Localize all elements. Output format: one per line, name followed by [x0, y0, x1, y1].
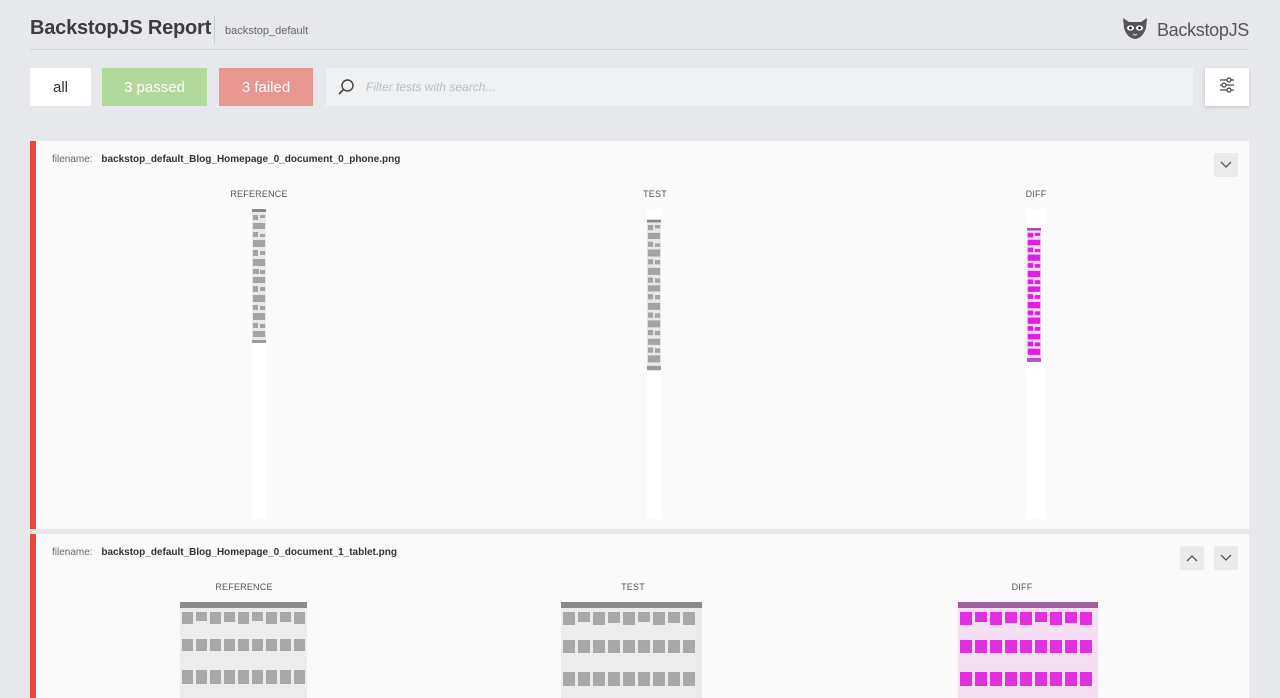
search-box [326, 68, 1193, 106]
brand-name: BackstopJS [1156, 19, 1249, 40]
filename-label: filename: [52, 547, 93, 558]
diff-label: DIFF [1025, 189, 1047, 199]
phone-test-thumbnail [647, 219, 661, 371]
filter-all-button[interactable]: all [30, 68, 91, 106]
phone-diff-thumbnail [1027, 228, 1041, 362]
tablet-reference-thumbnail [180, 602, 307, 698]
test-image[interactable] [561, 602, 702, 698]
filename-label: filename: [52, 154, 93, 165]
filename-value: backstop_default_Blog_Homepage_0_documen… [101, 547, 397, 558]
diff-image[interactable] [958, 602, 1098, 698]
chevron-up-icon [1186, 549, 1198, 567]
next-test-button[interactable] [1214, 546, 1238, 570]
diff-label: DIFF [1011, 582, 1033, 592]
filter-toolbar: all 3 passed 3 failed [30, 68, 1249, 106]
filter-failed-button[interactable]: 3 failed [219, 68, 313, 106]
chevron-down-icon [1220, 549, 1232, 567]
report-header: BackstopJS Report backstop_default Backs… [30, 0, 1249, 50]
filename-value: backstop_default_Blog_Homepage_0_documen… [101, 154, 401, 165]
next-test-button[interactable] [1214, 153, 1238, 177]
filename-row: filename: backstop_default_Blog_Homepage… [52, 547, 397, 558]
test-card-phone: filename: backstop_default_Blog_Homepage… [30, 141, 1249, 529]
reference-image[interactable] [180, 602, 307, 698]
suite-name: backstop_default [225, 25, 309, 37]
test-label: TEST [621, 582, 645, 592]
reference-label: REFERENCE [230, 189, 288, 199]
page-title: BackstopJS Report [30, 17, 212, 39]
brand-logo: BackstopJS [1121, 16, 1249, 44]
test-label: TEST [643, 189, 667, 199]
tablet-diff-thumbnail [958, 602, 1098, 698]
filename-row: filename: backstop_default_Blog_Homepage… [52, 154, 400, 165]
mask-icon [1121, 16, 1149, 45]
header-divider [214, 16, 215, 44]
test-image[interactable] [647, 209, 661, 519]
filter-passed-button[interactable]: 3 passed [102, 68, 207, 106]
search-input[interactable] [366, 80, 1146, 94]
search-icon [326, 78, 366, 96]
reference-label: REFERENCE [215, 582, 273, 592]
settings-button[interactable] [1205, 68, 1249, 106]
test-card-tablet: filename: backstop_default_Blog_Homepage… [30, 534, 1249, 698]
reference-image[interactable] [252, 209, 266, 519]
tablet-test-thumbnail [561, 602, 702, 698]
diff-image[interactable] [1027, 209, 1045, 519]
chevron-down-icon [1220, 156, 1232, 174]
previous-test-button[interactable] [1180, 546, 1204, 570]
phone-reference-thumbnail [252, 209, 266, 343]
sliders-icon [1219, 76, 1235, 98]
